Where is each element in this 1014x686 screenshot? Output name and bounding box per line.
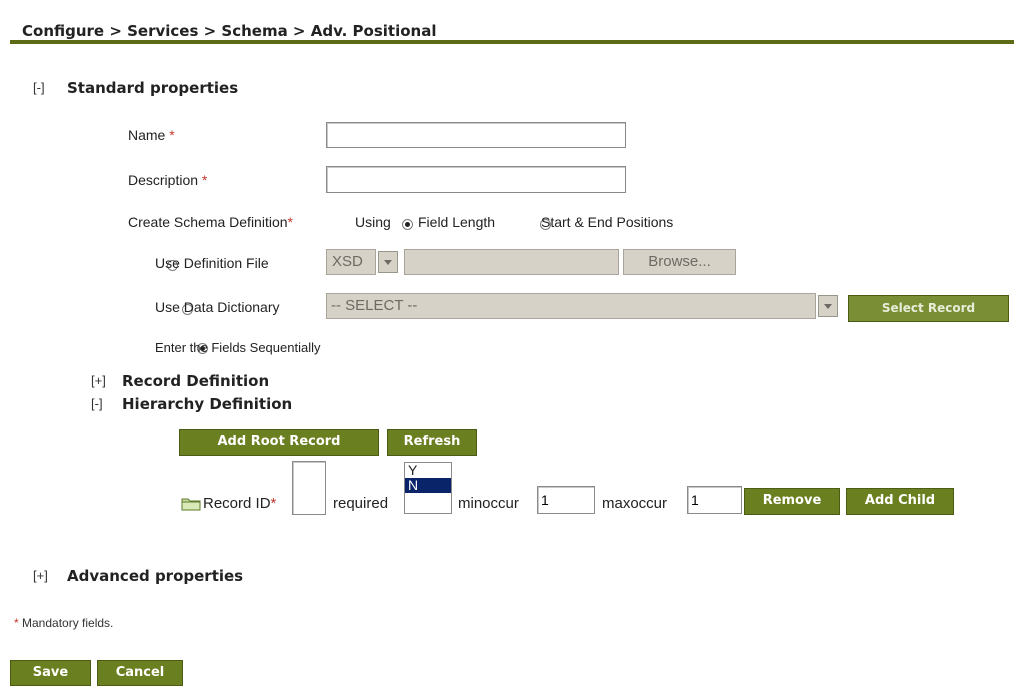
advanced-properties-title: Advanced properties [67, 567, 244, 585]
use-data-dictionary-label: Use Data Dictionary [155, 299, 280, 315]
hierarchy-definition-title: Hierarchy Definition [122, 395, 293, 413]
save-button[interactable]: Save [10, 660, 91, 686]
mandatory-note-mark: * [14, 616, 19, 630]
record-id-label: Record ID* [203, 495, 276, 512]
add-child-button[interactable]: Add Child [846, 488, 954, 515]
record-definition-toggle[interactable]: [+] [91, 373, 106, 388]
description-required-mark: * [201, 172, 208, 188]
record-id-required-mark: * [270, 495, 277, 512]
enter-fields-sequentially-label: Enter the Fields Sequentially [155, 340, 321, 355]
minoccur-label: minoccur [458, 495, 519, 512]
record-definition-title: Record Definition [122, 372, 270, 390]
required-label: required [333, 495, 389, 512]
standard-properties-toggle[interactable]: [-] [33, 80, 45, 95]
data-dictionary-select[interactable]: -- SELECT -- [326, 293, 816, 319]
description-label: Description * [128, 172, 207, 188]
definition-file-path-input[interactable] [404, 249, 619, 275]
mandatory-note: * Mandatory fields. [14, 616, 113, 630]
data-dictionary-select-value: -- SELECT -- [331, 297, 418, 314]
record-id-input[interactable] [292, 461, 326, 515]
create-schema-label-text: Create Schema Definition [128, 214, 288, 230]
description-input[interactable] [326, 166, 626, 193]
add-root-record-button[interactable]: Add Root Record [179, 429, 379, 456]
description-label-text: Description [128, 172, 199, 188]
select-record-button[interactable]: Select Record [848, 295, 1009, 322]
start-end-positions-label: Start & End Positions [541, 214, 674, 230]
folder-icon [181, 496, 201, 514]
standard-properties-title: Standard properties [67, 79, 239, 97]
remove-button[interactable]: Remove [744, 488, 840, 515]
name-label: Name * [128, 127, 175, 143]
maxoccur-input[interactable] [687, 486, 742, 514]
record-id-label-text: Record ID [203, 495, 271, 512]
advanced-properties-toggle[interactable]: [+] [33, 568, 48, 583]
refresh-button[interactable]: Refresh [387, 429, 477, 456]
definition-file-type-select[interactable]: XSD [326, 249, 376, 275]
breadcrumb: Configure > Services > Schema > Adv. Pos… [10, 0, 1014, 44]
use-definition-file-label: Use Definition File [155, 255, 269, 271]
mandatory-note-text: Mandatory fields. [22, 616, 114, 630]
maxoccur-label: maxoccur [602, 495, 668, 512]
name-label-text: Name [128, 127, 166, 143]
create-schema-required-mark: * [287, 214, 293, 230]
hierarchy-definition-toggle[interactable]: [-] [91, 396, 103, 411]
using-label: Using [355, 214, 391, 230]
field-length-radio[interactable] [402, 219, 413, 230]
field-length-label: Field Length [418, 214, 496, 230]
name-required-mark: * [169, 127, 175, 143]
create-schema-label: Create Schema Definition* [128, 214, 293, 230]
cancel-button[interactable]: Cancel [97, 660, 183, 686]
required-listbox[interactable]: Y N [404, 462, 452, 514]
minoccur-input[interactable] [537, 486, 595, 514]
required-option-y[interactable]: Y [405, 463, 451, 478]
required-option-n[interactable]: N [405, 478, 451, 493]
definition-file-type-value: XSD [332, 253, 363, 270]
name-input[interactable] [326, 122, 626, 148]
definition-file-type-chevron-down-icon[interactable] [378, 251, 398, 273]
browse-button[interactable]: Browse... [623, 249, 736, 275]
data-dictionary-chevron-down-icon[interactable] [818, 295, 838, 317]
